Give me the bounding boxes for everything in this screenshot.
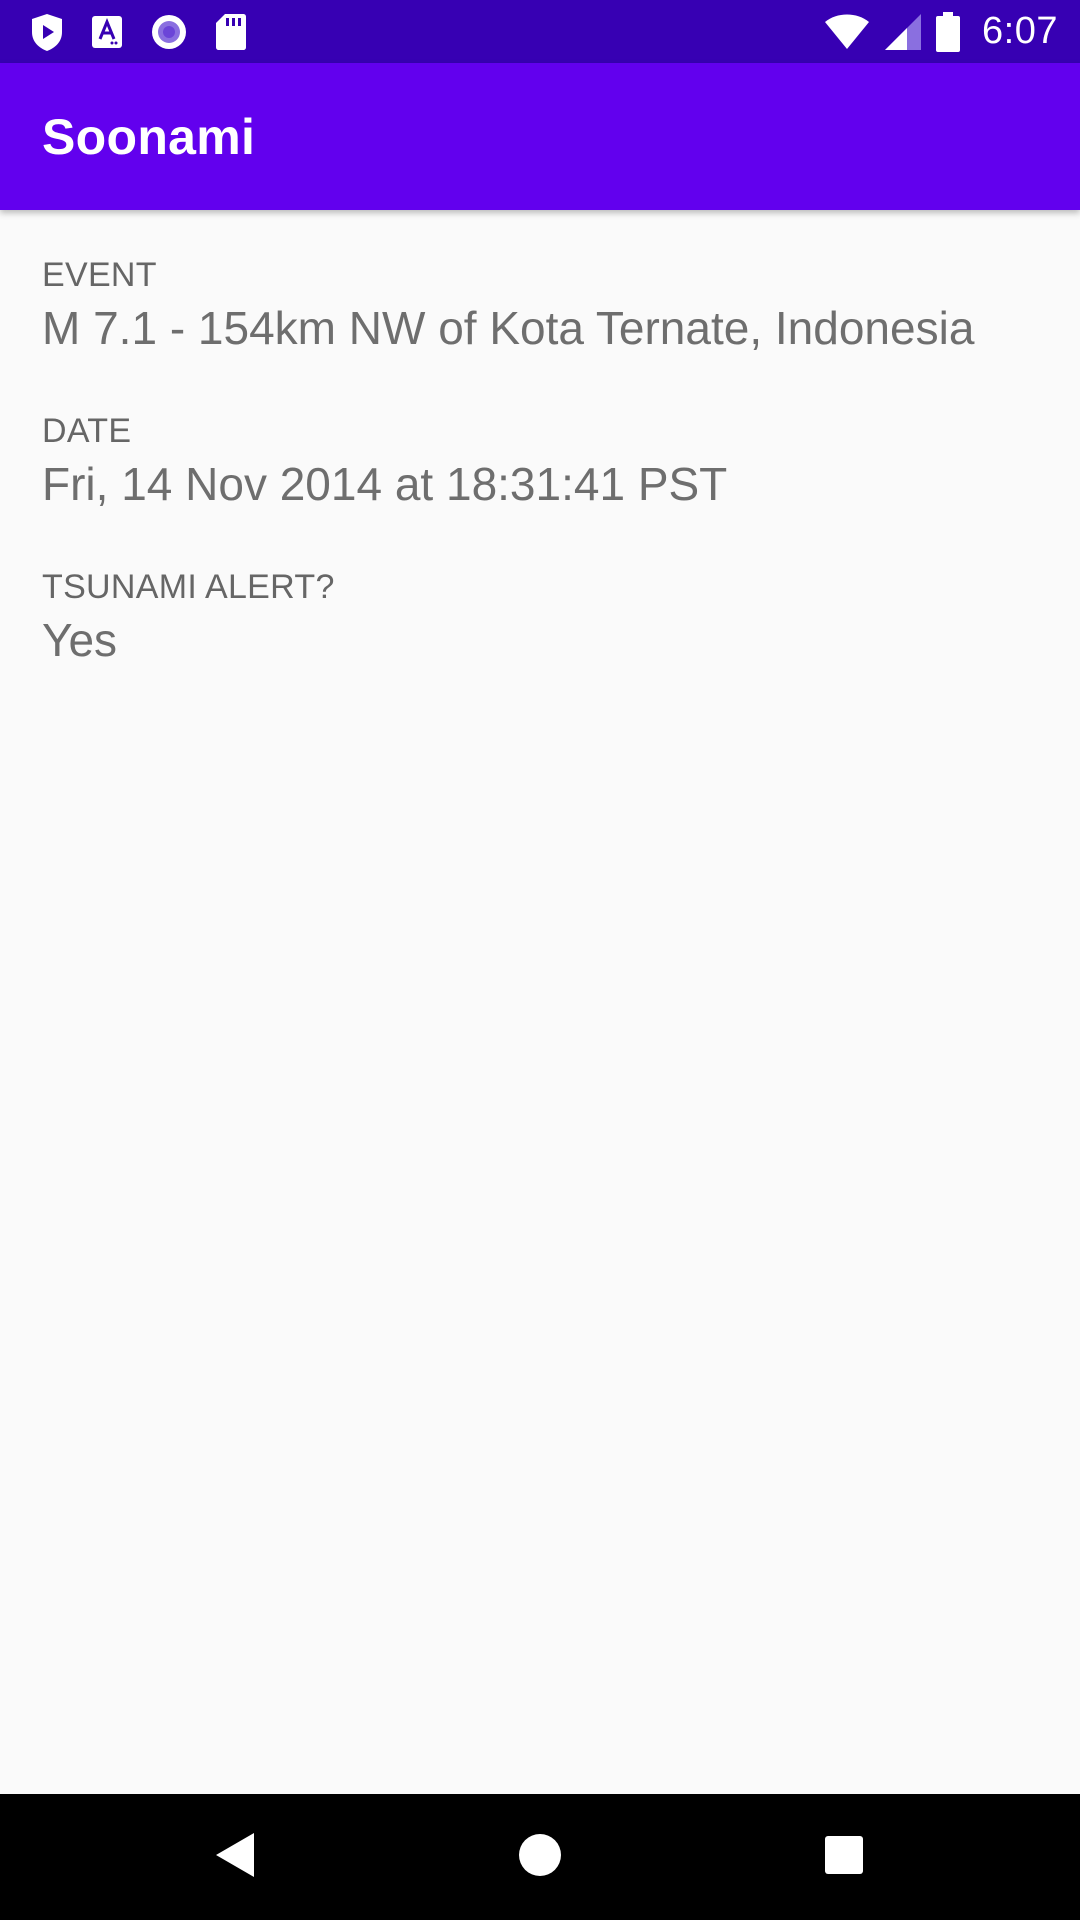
text-a-icon bbox=[91, 15, 123, 49]
date-field: DATE Fri, 14 Nov 2014 at 18:31:41 PST bbox=[42, 412, 727, 511]
earthquake-details: EVENT M 7.1 - 154km NW of Kota Ternate, … bbox=[0, 210, 1080, 1794]
notification-icons bbox=[30, 12, 247, 52]
system-status: 6:07 bbox=[824, 10, 1058, 53]
event-value: M 7.1 - 154km NW of Kota Ternate, Indone… bbox=[42, 302, 975, 354]
battery-icon bbox=[936, 11, 961, 52]
tsunami-value: Yes bbox=[42, 614, 118, 666]
home-icon bbox=[518, 1833, 562, 1882]
event-label: EVENT bbox=[42, 256, 157, 294]
app-title: Soonami bbox=[42, 108, 256, 165]
status-bar: 6:07 bbox=[0, 0, 1080, 63]
app-bar: Soonami bbox=[0, 63, 1080, 210]
cell-signal-icon bbox=[884, 13, 922, 51]
tsunami-field: TSUNAMI ALERT? Yes bbox=[42, 568, 335, 667]
event-field: EVENT M 7.1 - 154km NW of Kota Ternate, … bbox=[42, 256, 974, 355]
sd-card-icon bbox=[215, 13, 247, 51]
status-time: 6:07 bbox=[982, 10, 1058, 52]
record-circle-icon bbox=[150, 13, 188, 51]
date-value: Fri, 14 Nov 2014 at 18:31:41 PST bbox=[42, 458, 728, 510]
shield-play-icon bbox=[30, 12, 64, 52]
navigation-bar bbox=[0, 1794, 1080, 1920]
back-button[interactable] bbox=[175, 1794, 295, 1920]
back-icon bbox=[214, 1831, 256, 1884]
tsunami-label: TSUNAMI ALERT? bbox=[42, 568, 335, 606]
recents-icon bbox=[824, 1835, 864, 1880]
date-label: DATE bbox=[42, 412, 132, 450]
wifi-icon bbox=[824, 13, 870, 51]
recents-button[interactable] bbox=[784, 1794, 904, 1920]
home-button[interactable] bbox=[480, 1794, 600, 1920]
